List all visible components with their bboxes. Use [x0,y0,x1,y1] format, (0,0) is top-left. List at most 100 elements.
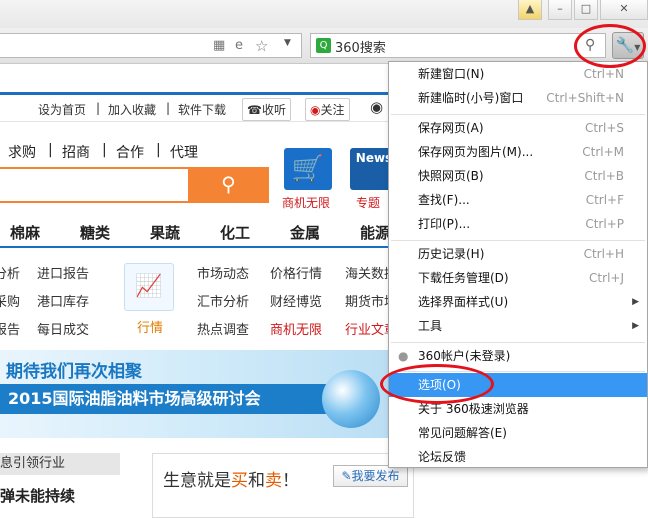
category-link[interactable]: 合作 [116,142,144,162]
info-link[interactable]: 汇市分析 [197,291,249,310]
menu-item-label: 新建临时(小号)窗口 [418,91,524,105]
browser-tools-menu: 新建窗口(N) Ctrl+N 新建临时(小号)窗口 Ctrl+Shift+N 保存网… [388,61,648,468]
info-link[interactable]: 港口库存 [37,291,89,310]
category-tab[interactable]: 果蔬 [150,222,180,243]
lock-icon: ● [398,349,409,363]
qq-icon[interactable]: ◉ [370,98,383,116]
divider: | [48,142,53,158]
menu-item-history[interactable]: 历史记录(H) Ctrl+H [389,242,647,266]
market-label[interactable]: 行情 [137,317,163,336]
edit-icon: ✎ [341,469,352,483]
menu-item-save-page[interactable]: 保存网页(A) Ctrl+S [389,116,647,140]
weibo-icon: ◉ [310,103,321,117]
category-link[interactable]: 求购 [8,142,36,162]
menu-item-label: 保存网页(A) [418,121,484,135]
menu-item-shortcut: Ctrl+B [584,169,624,183]
shirt-icon[interactable]: ▲ [518,0,542,20]
cart-icon[interactable]: 🛒 [284,148,332,190]
news-promo-text: News [355,151,393,165]
menu-item-tools[interactable]: 工具 ▶ [389,314,647,338]
menu-item-new-window[interactable]: 新建窗口(N) Ctrl+N [389,62,647,86]
info-link[interactable]: 市场动态 [197,263,249,282]
site-search-input[interactable] [0,167,188,203]
tools-wrench-icon[interactable]: 🔧▼ [612,32,644,59]
promo-label[interactable]: 商机无限 [282,194,330,211]
menu-item-print[interactable]: 打印(P)... Ctrl+P [389,212,647,236]
menu-item-shortcut: Ctrl+H [583,247,624,261]
search-engine-name[interactable]: 360搜索 [335,37,386,56]
info-link[interactable]: 分析 [0,263,20,282]
info-link[interactable]: 采购 [0,291,20,310]
listen-button[interactable]: ☎收听 [242,98,291,121]
menu-item-label: 选择界面样式(U) [418,295,509,309]
menu-item-label: 查找(F)... [418,193,470,207]
info-link[interactable]: 价格行情 [270,263,322,282]
info-link[interactable]: 每日成交 [37,319,89,338]
menu-item-label: 常见问题解答(E) [418,426,507,440]
globe-icon [322,370,380,428]
menu-item-ui-style[interactable]: 选择界面样式(U) ▶ [389,290,647,314]
menu-item-new-incognito-window[interactable]: 新建临时(小号)窗口 Ctrl+Shift+N [389,86,647,110]
qr-code-icon[interactable]: ▦ [213,38,225,54]
menu-item-options[interactable]: 选项(O) [389,373,647,397]
menu-item-about[interactable]: 关于 360极速浏览器 [389,397,647,421]
menu-divider [391,240,645,241]
promo-label[interactable]: 专题 [356,194,380,211]
category-tab[interactable]: 糖类 [80,222,110,243]
menu-item-label: 关于 360极速浏览器 [418,402,529,416]
software-download-link[interactable]: 软件下载 [178,101,226,118]
favorite-star-icon[interactable]: ☆ [255,38,268,54]
slogan-sell: 卖 [265,471,282,491]
menu-item-shortcut: Ctrl+M [582,145,624,159]
info-link[interactable]: 财经博览 [270,291,322,310]
url-input[interactable]: ▦ e ☆ [0,33,302,58]
category-link[interactable]: 招商 [62,142,90,162]
menu-item-account[interactable]: ● 360帐户(未登录) [389,344,647,368]
close-icon[interactable]: ✕ [600,0,648,20]
search-icon: ⚲ [221,172,236,196]
menu-item-snapshot[interactable]: 快照网页(B) Ctrl+B [389,164,647,188]
maximize-icon[interactable]: □ [574,0,598,20]
ie-mode-icon[interactable]: e [235,38,243,54]
site-search-button[interactable]: ⚲ [188,167,269,203]
menu-item-save-as-image[interactable]: 保存网页为图片(M)... Ctrl+M [389,140,647,164]
menu-item-shortcut: Ctrl+P [585,217,624,231]
menu-item-label: 选项(O) [418,378,461,392]
category-tab[interactable]: 棉麻 [10,222,40,243]
menu-item-shortcut: Ctrl+S [584,121,624,135]
set-homepage-link[interactable]: 设为首页 [38,101,86,118]
menu-item-find[interactable]: 查找(F)... Ctrl+F [389,188,647,212]
slogan-part: 生意就是 [163,471,231,491]
category-tab[interactable]: 化工 [220,222,250,243]
market-chart-icon[interactable]: 📈 [124,263,174,311]
slogan-part: ！ [282,471,299,491]
magnifier-icon[interactable]: ⚲ [585,37,595,53]
divider: | [96,101,101,115]
info-link[interactable]: 热点调查 [197,319,249,338]
menu-item-downloads[interactable]: 下载任务管理(D) Ctrl+J [389,266,647,290]
url-dropdown-icon[interactable]: ▼ [284,38,291,48]
info-link[interactable]: 商机无限 [270,319,322,338]
menu-divider [391,371,645,372]
title-bar: ▲ – □ ✕ [0,0,648,28]
minimize-icon[interactable]: – [548,0,572,20]
search-input[interactable]: Q 360搜索 ⚲ [310,33,606,58]
conference-banner[interactable]: 期待我们再次相聚 2015国际油脂油料市场高级研讨会 [0,350,420,438]
info-link[interactable]: 进口报告 [37,263,89,282]
submenu-arrow-icon: ▶ [632,297,639,307]
menu-divider [391,342,645,343]
news-headline[interactable]: 弹未能持续 [0,485,75,506]
add-favorite-link[interactable]: 加入收藏 [108,101,156,118]
category-tab[interactable]: 能源 [360,222,390,243]
menu-item-feedback[interactable]: 论坛反馈 [389,445,647,469]
menu-item-faq[interactable]: 常见问题解答(E) [389,421,647,445]
divider: | [166,101,171,115]
publish-label: 我要发布 [351,469,400,483]
info-link[interactable]: 报告 [0,319,20,338]
banner-headline: 期待我们再次相聚 [6,362,142,382]
category-link[interactable]: 代理 [170,142,198,162]
category-tab[interactable]: 金属 [290,222,320,243]
follow-button[interactable]: ◉关注 [305,98,350,121]
menu-item-label: 工具 [418,319,443,333]
menu-item-shortcut: Ctrl+F [585,193,624,207]
